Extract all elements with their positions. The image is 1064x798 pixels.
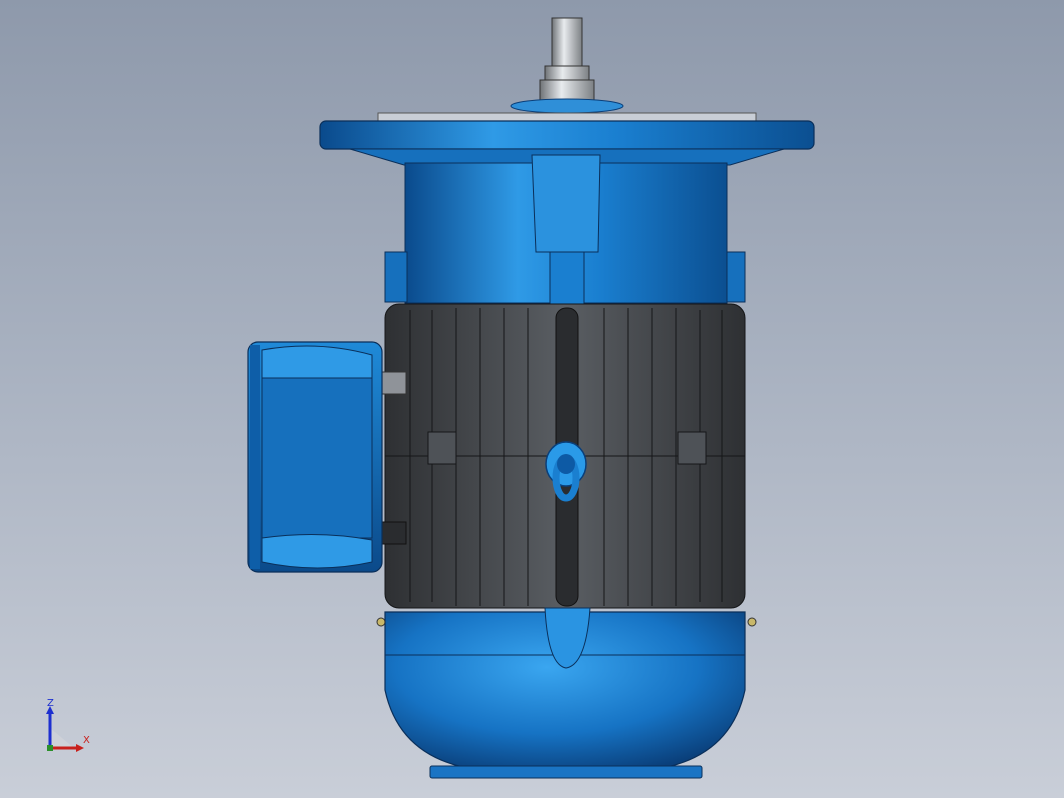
terminal-box[interactable]: [247, 341, 383, 573]
axis-x-label: X: [83, 735, 90, 746]
orientation-triad: Z X: [40, 696, 100, 756]
fan-cover[interactable]: [376, 607, 757, 779]
motor-model[interactable]: [0, 0, 1064, 798]
shaft[interactable]: [510, 17, 624, 114]
axis-z-label: Z: [47, 698, 54, 709]
graphics-viewport[interactable]: Z X: [0, 0, 1064, 798]
front-housing[interactable]: [384, 154, 746, 305]
